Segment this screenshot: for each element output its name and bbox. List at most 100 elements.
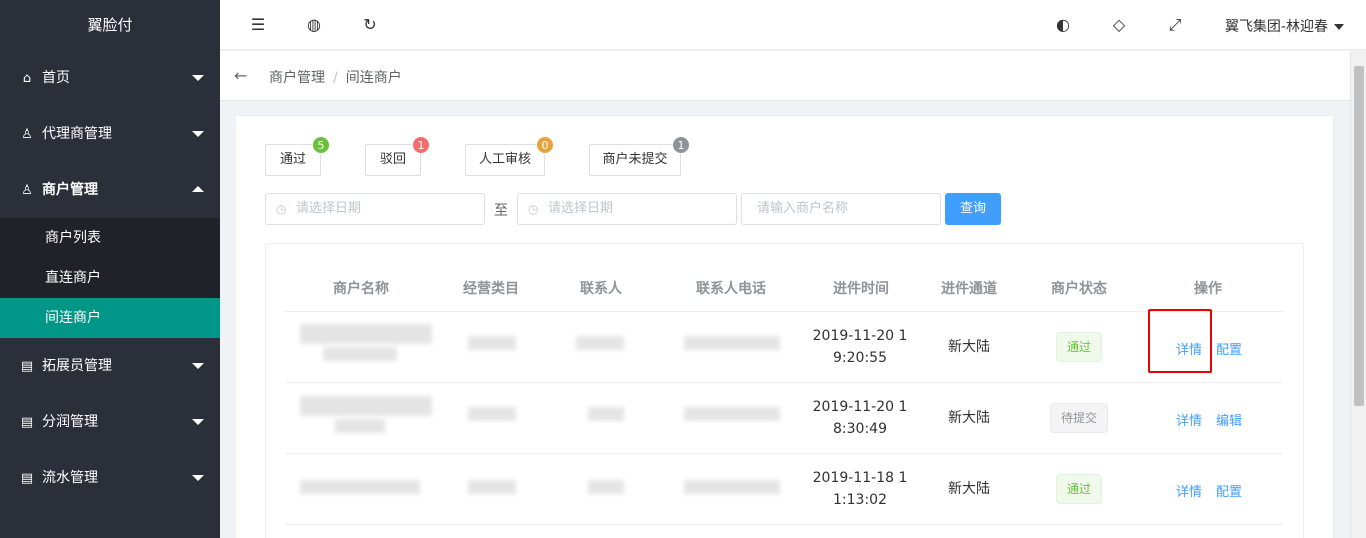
submit-time: 2019-11-20 1 9:20:55 xyxy=(812,328,908,366)
row-divider xyxy=(285,453,1283,454)
config-link[interactable]: 配置 xyxy=(1216,481,1242,500)
end-date-input[interactable]: ◷ 请选择日期 xyxy=(517,193,737,225)
status-button-label: 驳回 xyxy=(379,152,406,167)
chevron-up-icon xyxy=(192,186,204,192)
user-icon: ♙ xyxy=(21,183,33,198)
chevron-down-icon xyxy=(192,131,204,137)
status-reject-button[interactable]: 驳回 1 xyxy=(365,136,430,176)
sidebar-subitem-merchant-list[interactable]: 商户列表 xyxy=(0,218,220,258)
chevron-down-icon xyxy=(192,475,204,481)
column-header: 进件时间 xyxy=(833,281,889,297)
redacted-category xyxy=(468,407,516,421)
detail-link[interactable]: 详情 xyxy=(1176,410,1202,429)
status-button-label: 人工审核 xyxy=(478,152,531,167)
merchant-name-placeholder: 请输入商户名称 xyxy=(757,201,849,216)
user-name: 翼飞集团-林迎春 xyxy=(1224,19,1328,35)
status-unsubmitted-button[interactable]: 商户未提交 1 xyxy=(589,136,690,176)
palette-icon[interactable]: ◐ xyxy=(1052,14,1074,36)
end-date-placeholder: 请选择日期 xyxy=(548,201,614,216)
redacted-phone xyxy=(684,336,780,350)
status-pass-button[interactable]: 通过 5 xyxy=(265,136,330,176)
back-arrow-icon[interactable]: ← xyxy=(234,66,247,85)
app-title: 翼脸付 xyxy=(87,16,133,34)
start-date-input[interactable]: ◷ 请选择日期 xyxy=(265,193,485,225)
detail-link[interactable]: 详情 xyxy=(1176,481,1202,500)
date-range-separator: 至 xyxy=(494,203,508,219)
redacted-merchant-name xyxy=(300,324,432,344)
globe-icon[interactable]: ◍ xyxy=(303,14,325,36)
submit-time: 2019-11-20 1 8:30:49 xyxy=(812,399,908,437)
status-badge: 通过 xyxy=(1056,332,1102,362)
redacted-phone xyxy=(684,480,780,494)
caret-down-icon xyxy=(1334,24,1344,30)
search-button[interactable]: 查询 xyxy=(945,193,1001,225)
column-header: 进件通道 xyxy=(941,281,997,297)
edit-link[interactable]: 编辑 xyxy=(1216,410,1242,429)
redacted-contact xyxy=(576,336,624,350)
clipboard-icon: ▤ xyxy=(20,415,34,430)
status-manual-review-button[interactable]: 人工审核 0 xyxy=(465,136,554,176)
column-header: 商户名称 xyxy=(333,281,389,297)
row-divider xyxy=(285,382,1283,383)
sidebar-item-home[interactable]: ⌂ 首页 xyxy=(0,50,220,106)
status-count-badge: 5 xyxy=(312,136,330,154)
redacted-phone xyxy=(684,407,780,421)
redacted-merchant-name xyxy=(300,480,420,494)
sidebar-item-flow[interactable]: ▤ 流水管理 xyxy=(0,450,220,506)
status-count-badge: 1 xyxy=(412,136,430,154)
clipboard-icon: ▤ xyxy=(20,471,34,486)
highlight-annotation xyxy=(1148,309,1212,373)
sidebar-subitem-indirect-merchant[interactable]: 间连商户 xyxy=(0,298,220,338)
channel: 新大陆 xyxy=(948,481,990,497)
merchant-submenu: 商户列表 直连商户 间连商户 xyxy=(0,218,220,338)
status-button-label: 通过 xyxy=(279,152,306,167)
status-badge: 待提交 xyxy=(1050,403,1108,433)
redacted-category xyxy=(468,336,516,350)
status-count-badge: 0 xyxy=(536,136,554,154)
status-count-badge: 1 xyxy=(672,136,690,154)
channel: 新大陆 xyxy=(948,339,990,355)
sidebar-subitem-direct-merchant[interactable]: 直连商户 xyxy=(0,258,220,298)
sidebar-item-promoter[interactable]: ▤ 拓展员管理 xyxy=(0,338,220,394)
sidebar-item-agent[interactable]: ♙ 代理商管理 xyxy=(0,106,220,162)
start-date-placeholder: 请选择日期 xyxy=(296,201,362,216)
sidebar-item-merchant[interactable]: ♙ 商户管理 xyxy=(0,162,220,218)
redacted-merchant-name xyxy=(323,347,397,361)
column-header: 经营类目 xyxy=(463,281,519,297)
column-header: 联系人 xyxy=(580,281,622,297)
fullscreen-icon[interactable]: ⤢ xyxy=(1164,14,1186,36)
config-link[interactable]: 配置 xyxy=(1216,339,1242,358)
collapse-menu-icon[interactable]: ☰ xyxy=(247,14,269,36)
column-header: 操作 xyxy=(1194,281,1222,297)
user-menu[interactable]: 翼飞集团-林迎春 xyxy=(1225,16,1344,36)
submit-time: 2019-11-18 1 1:13:02 xyxy=(812,470,908,508)
refresh-icon[interactable]: ↻ xyxy=(359,14,381,36)
scrollbar-thumb[interactable] xyxy=(1354,66,1364,406)
user-icon: ♙ xyxy=(21,127,33,142)
top-header: ☰ ◍ ↻ ◐ ◇ ⤢ 翼飞集团-林迎春 xyxy=(220,0,1366,50)
breadcrumb-bar: ← 商户管理 / 间连商户 xyxy=(220,51,1350,101)
breadcrumb-item-merchant[interactable]: 商户管理 xyxy=(269,70,325,86)
channel: 新大陆 xyxy=(948,410,990,426)
clipboard-icon: ▤ xyxy=(20,359,34,374)
clock-icon: ◷ xyxy=(528,202,539,216)
sidebar-item-label: 首页 xyxy=(42,70,70,86)
column-header: 联系人电话 xyxy=(696,281,766,297)
breadcrumb: 商户管理 / 间连商户 xyxy=(269,67,402,87)
merchant-table xyxy=(265,243,1304,538)
breadcrumb-separator: / xyxy=(333,70,338,86)
status-badge: 通过 xyxy=(1056,474,1102,504)
vertical-scrollbar[interactable] xyxy=(1350,51,1366,538)
tag-icon[interactable]: ◇ xyxy=(1108,14,1130,36)
sidebar: 翼脸付 ⌂ 首页 ♙ 代理商管理 ♙ 商户管理 商户列表 直连商户 间连商户 ▤ 拓展员… xyxy=(0,0,220,538)
sidebar-item-label: 流水管理 xyxy=(42,470,98,486)
chevron-down-icon xyxy=(192,419,204,425)
redacted-merchant-name xyxy=(335,419,385,433)
breadcrumb-item-current: 间连商户 xyxy=(345,70,402,86)
merchant-name-input[interactable]: 请输入商户名称 xyxy=(741,193,941,225)
sidebar-item-profit[interactable]: ▤ 分润管理 xyxy=(0,394,220,450)
sidebar-item-label: 分润管理 xyxy=(42,414,98,430)
row-divider xyxy=(285,311,1283,312)
clock-icon: ◷ xyxy=(276,202,287,216)
status-button-label: 商户未提交 xyxy=(602,152,668,167)
